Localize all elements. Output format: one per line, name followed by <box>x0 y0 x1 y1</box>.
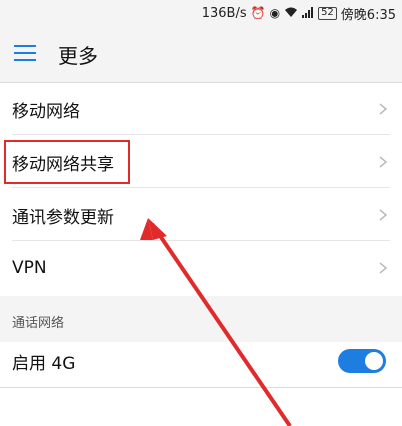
row-divider <box>12 187 390 188</box>
chevron-right-icon <box>379 156 388 168</box>
row-divider <box>12 240 390 241</box>
hamburger-menu-icon[interactable] <box>14 44 36 62</box>
eye-icon: ◉ <box>269 6 281 20</box>
wifi-icon <box>284 7 298 20</box>
status-icons: 136B/s ⏰ ◉ 52 傍晚6:35 <box>201 4 396 23</box>
status-bar: 136B/s ⏰ ◉ 52 傍晚6:35 <box>0 0 402 26</box>
list-item-label: VPN <box>12 258 47 278</box>
list-item-label: 移动网络 <box>12 101 80 122</box>
page-title: 更多 <box>58 44 98 68</box>
chevron-right-icon <box>379 262 388 274</box>
list-item-carrier-params-update[interactable]: 通讯参数更新 <box>0 189 402 241</box>
annotation-highlight-box <box>4 140 130 184</box>
row-divider <box>12 134 390 135</box>
app-bar: 更多 <box>0 26 402 82</box>
chevron-right-icon <box>379 209 388 221</box>
network-speed: 136B/s <box>201 5 247 21</box>
list-item-mobile-network[interactable]: 移动网络 <box>0 83 402 135</box>
row-divider <box>0 387 402 388</box>
alarm-icon: ⏰ <box>250 6 266 20</box>
enable-4g-toggle[interactable] <box>338 349 386 373</box>
list-item-label: 通讯参数更新 <box>12 207 114 228</box>
toggle-knob <box>365 352 383 370</box>
battery-icon: 52 <box>318 6 337 20</box>
list-item-label: 启用 4G <box>12 353 76 374</box>
section-title: 通话网络 <box>12 316 65 331</box>
list-item-vpn[interactable]: VPN <box>0 242 402 294</box>
chevron-right-icon <box>379 103 388 115</box>
signal-icon <box>302 6 314 20</box>
clock: 傍晚6:35 <box>340 7 396 23</box>
